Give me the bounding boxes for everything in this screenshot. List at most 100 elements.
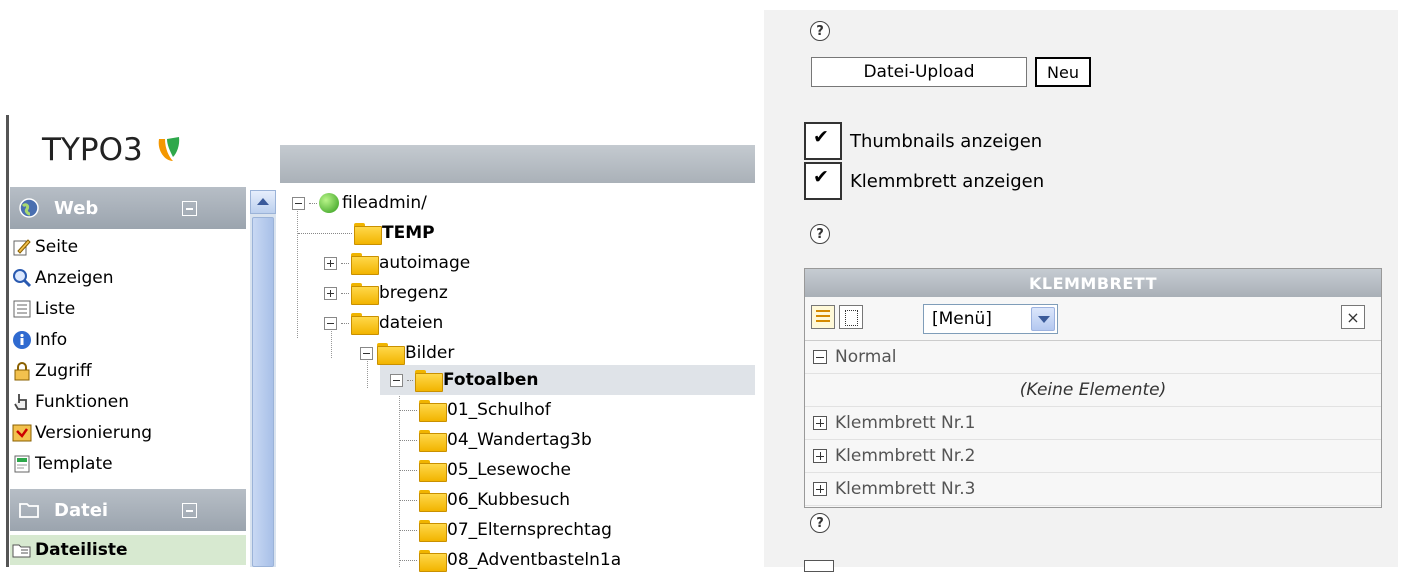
versioning-icon xyxy=(12,424,32,442)
module-item-anzeigen[interactable]: Anzeigen xyxy=(12,263,246,293)
module-item-dateiliste[interactable]: Dateiliste xyxy=(10,535,246,565)
tree-item-label: fileadmin/ xyxy=(342,193,427,213)
module-item-funktionen[interactable]: Funktionen xyxy=(12,387,246,417)
template-icon xyxy=(14,455,30,473)
tree-item-autoimage[interactable]: autoimage xyxy=(324,248,470,278)
lock-icon xyxy=(14,362,30,381)
list-icon xyxy=(13,300,31,318)
tree-item-dateien[interactable]: dateien xyxy=(324,308,443,338)
clipboard-checkbox[interactable] xyxy=(804,162,842,200)
module-menu-scrollbar[interactable] xyxy=(250,190,276,567)
folder-icon xyxy=(354,223,382,245)
clipboard-pad-label: Klemmbrett Nr.2 xyxy=(835,446,976,466)
tree-item-bilder[interactable]: Bilder xyxy=(360,338,454,368)
clipboard-label: Klemmbrett anzeigen xyxy=(850,170,1045,192)
module-item-zugriff[interactable]: Zugriff xyxy=(12,356,246,386)
menu-select-value: [Menü] xyxy=(932,309,992,329)
help-icon[interactable]: ? xyxy=(810,224,830,244)
chevron-down-icon[interactable] xyxy=(1031,307,1055,331)
help-icon[interactable]: ? xyxy=(810,21,830,41)
tree-item-label: TEMP xyxy=(382,223,435,243)
partial-checkbox[interactable] xyxy=(804,560,834,572)
empty-text: (Keine Elemente) xyxy=(1019,380,1167,400)
folder-icon xyxy=(419,520,447,542)
datei-upload-button[interactable]: Datei-Upload xyxy=(811,57,1027,87)
thumbnails-option[interactable]: Thumbnails anzeigen xyxy=(804,122,1042,160)
pencil-page-icon xyxy=(13,239,31,256)
typo3-logo[interactable]: TYPO3 xyxy=(42,132,183,168)
clipboard-pad-label: Klemmbrett Nr.1 xyxy=(835,413,976,433)
list-view-icon[interactable] xyxy=(811,305,835,329)
tree-item-05-lesewoche[interactable]: 05_Lesewoche xyxy=(400,455,571,485)
tree-item-label: Fotoalben xyxy=(443,370,539,390)
module-item-seite[interactable]: Seite xyxy=(12,232,246,262)
folder-icon xyxy=(351,253,379,275)
collapse-icon[interactable] xyxy=(390,373,403,387)
tree-item-fileadmin[interactable]: fileadmin/ xyxy=(292,188,427,218)
tree-item-08-adventbasteln1a[interactable]: 08_Adventbasteln1a xyxy=(400,545,621,575)
hand-icon xyxy=(14,394,27,410)
help-icon[interactable]: ? xyxy=(810,513,830,533)
expand-icon[interactable] xyxy=(813,482,827,496)
module-item-liste[interactable]: Liste xyxy=(12,294,246,324)
thumbnails-label: Thumbnails anzeigen xyxy=(850,130,1043,152)
group-datei-label: Datei xyxy=(54,499,109,521)
clipboard-option[interactable]: Klemmbrett anzeigen xyxy=(804,162,1044,200)
clipboard-pad-1[interactable]: Klemmbrett Nr.1 xyxy=(805,407,1381,440)
expand-icon[interactable] xyxy=(813,449,827,463)
tree-item-06-kubbesuch[interactable]: 06_Kubbesuch xyxy=(400,485,570,515)
clipboard-pad-3[interactable]: Klemmbrett Nr.3 xyxy=(805,473,1381,506)
collapse-icon[interactable] xyxy=(324,316,337,330)
module-item-label: Versionierung xyxy=(35,423,153,443)
module-item-label: Info xyxy=(35,330,68,350)
collapse-icon[interactable] xyxy=(182,503,197,518)
module-item-info[interactable]: Info xyxy=(12,325,246,355)
expand-icon[interactable] xyxy=(324,256,337,270)
globe-icon xyxy=(19,198,39,218)
tree-item-fotoalben[interactable]: Fotoalben xyxy=(380,365,755,395)
tree-item-label: 01_Schulhof xyxy=(447,400,551,420)
collapse-icon[interactable] xyxy=(813,350,827,364)
module-menu: Web Seite Anzeigen Liste Info Zugriff Fu… xyxy=(10,187,246,567)
folder-tree: fileadmin/ TEMP autoimage bregenz dateie… xyxy=(280,188,755,572)
folder-icon xyxy=(419,550,447,572)
collapse-icon[interactable] xyxy=(360,346,373,360)
folder-icon xyxy=(419,430,447,452)
globe-icon xyxy=(319,193,339,213)
clipboard-pad-2[interactable]: Klemmbrett Nr.2 xyxy=(805,440,1381,473)
copy-mode-icon[interactable] xyxy=(839,305,863,329)
clipboard-menu-select[interactable]: [Menü] xyxy=(923,304,1058,334)
tree-item-07-elternsprechtag[interactable]: 07_Elternsprechtag xyxy=(400,515,612,545)
module-item-label: Liste xyxy=(35,299,76,319)
module-item-versionierung[interactable]: Versionierung xyxy=(12,418,246,448)
tree-item-label: 04_Wandertag3b xyxy=(447,430,592,450)
thumbnails-checkbox[interactable] xyxy=(804,122,842,160)
clipboard-panel: KLEMMBRETT [Menü] × Normal (Keine Elemen… xyxy=(804,268,1382,508)
tree-item-04-wandertag3b[interactable]: 04_Wandertag3b xyxy=(400,425,592,455)
tree-item-temp[interactable]: TEMP xyxy=(298,218,435,248)
clipboard-pad-label: Klemmbrett Nr.3 xyxy=(835,479,976,499)
tree-item-01-schulhof[interactable]: 01_Schulhof xyxy=(400,395,551,425)
module-item-label: Dateiliste xyxy=(35,540,128,560)
module-item-label: Anzeigen xyxy=(35,268,114,288)
group-datei-header[interactable]: Datei xyxy=(10,489,246,531)
tree-item-label: 05_Lesewoche xyxy=(447,460,571,480)
scroll-thumb[interactable] xyxy=(252,217,274,567)
close-icon[interactable]: × xyxy=(1341,305,1365,329)
neu-button[interactable]: Neu xyxy=(1035,57,1091,87)
clipboard-pad-normal[interactable]: Normal xyxy=(805,341,1381,374)
collapse-icon[interactable] xyxy=(182,201,197,216)
tree-item-label: autoimage xyxy=(379,253,471,273)
clipboard-pad-label: Normal xyxy=(835,347,897,367)
group-web-header[interactable]: Web xyxy=(10,187,246,229)
folder-icon xyxy=(419,490,447,512)
expand-icon[interactable] xyxy=(324,286,337,300)
module-item-template[interactable]: Template xyxy=(12,449,246,479)
folder-icon xyxy=(415,370,443,392)
file-list-options: ? Datei-Upload Neu Thumbnails anzeigen K… xyxy=(764,0,1402,572)
expand-icon[interactable] xyxy=(813,416,827,430)
collapse-icon[interactable] xyxy=(292,196,305,210)
folder-icon xyxy=(377,343,405,365)
scroll-up-icon[interactable] xyxy=(250,190,276,214)
tree-item-bregenz[interactable]: bregenz xyxy=(324,278,448,308)
